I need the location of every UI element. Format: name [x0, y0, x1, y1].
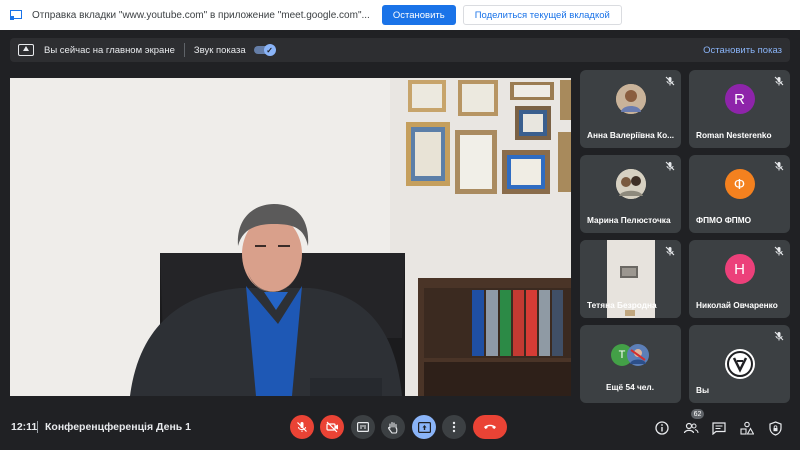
organization-logo-icon — [725, 349, 755, 379]
microphone-toggle-button[interactable] — [290, 415, 314, 439]
participant-tile[interactable]: Ф ФПМО ФПМО — [689, 155, 790, 233]
stop-presenting-button[interactable]: Остановить показ — [703, 45, 782, 56]
divider — [183, 43, 185, 57]
more-vert-icon — [452, 421, 456, 433]
shield-lock-icon — [768, 420, 782, 436]
more-participants-label: Ещё 54 чел. — [606, 382, 654, 392]
participant-name: Анна Валеріївна Ко... — [587, 130, 675, 140]
presentation-sound-label: Звук показа — [193, 44, 246, 56]
presentation-sound-toggle[interactable]: ✓ — [253, 44, 276, 56]
participant-tile[interactable]: Тетяна Безродна — [580, 240, 681, 318]
mic-off-icon — [774, 161, 784, 171]
self-tile[interactable]: Вы — [689, 325, 790, 403]
mic-off-icon — [665, 161, 675, 171]
avatar: R — [724, 84, 755, 114]
present-now-button[interactable] — [412, 415, 436, 439]
participant-name: Roman Nesterenko — [696, 130, 772, 140]
raise-hand-button[interactable] — [381, 415, 405, 439]
chat-button[interactable] — [711, 420, 727, 436]
share-current-tab-button[interactable]: Поделиться текущей вкладкой — [462, 5, 622, 25]
cast-icon — [10, 10, 22, 20]
clock: 12:11 — [11, 421, 38, 433]
mic-off-icon — [665, 246, 675, 256]
mic-off-icon — [297, 422, 307, 432]
participant-name: Тетяна Безродна — [587, 300, 657, 310]
avatar — [627, 344, 649, 366]
meeting-details-button[interactable] — [654, 420, 670, 436]
presenting-status: Вы сейчас на главном экране — [44, 44, 175, 56]
people-button[interactable] — [683, 420, 699, 436]
mic-off-icon — [665, 76, 675, 86]
leave-call-button[interactable] — [473, 415, 507, 439]
more-participants-tile[interactable]: Т Ещё 54 чел. — [580, 325, 681, 403]
mic-off-icon — [774, 246, 784, 256]
main-video — [10, 78, 571, 396]
avatar: Н — [724, 254, 755, 284]
chat-icon — [712, 421, 726, 435]
participant-tile[interactable]: R Roman Nesterenko — [689, 70, 790, 148]
presenting-bar: Вы сейчас на главном экране Звук показа … — [10, 38, 790, 62]
check-icon: ✓ — [263, 44, 276, 56]
captions-button[interactable] — [351, 415, 375, 439]
participant-tile[interactable]: Н Николай Овчаренко — [689, 240, 790, 318]
avatar-stack: Т — [611, 344, 653, 366]
participant-name: ФПМО ФПМО — [696, 215, 752, 225]
meeting-title: Конференцференція День 1 — [45, 421, 192, 433]
participant-count-badge: 62 — [691, 409, 704, 419]
more-options-button[interactable] — [442, 415, 466, 439]
activities-icon — [740, 421, 754, 435]
activities-button[interactable] — [739, 420, 755, 436]
tab-share-bar: Отправка вкладки "www.youtube.com" в при… — [0, 0, 800, 30]
share-message: Отправка вкладки "www.youtube.com" в при… — [32, 9, 370, 21]
avatar — [615, 84, 646, 114]
divider — [37, 421, 38, 433]
bottom-control-bar: 12:11 Конференцференція День 1 — [0, 405, 800, 450]
hand-icon — [388, 421, 398, 434]
participant-tile[interactable]: Марина Пелюсточка — [580, 155, 681, 233]
participant-name: Вы — [696, 385, 710, 395]
present-screen-icon — [417, 421, 431, 433]
participant-tile[interactable]: Анна Валеріївна Ко... — [580, 70, 681, 148]
presenter-video — [10, 78, 571, 396]
camera-toggle-button[interactable] — [320, 415, 344, 439]
present-screen-icon — [18, 44, 34, 56]
people-icon — [683, 422, 699, 434]
mic-off-icon — [774, 76, 784, 86]
avatar: Ф — [724, 169, 755, 199]
stop-sharing-button[interactable]: Остановить — [381, 5, 456, 25]
hang-up-icon — [484, 424, 496, 429]
mic-off-icon — [774, 331, 784, 341]
captions-icon — [357, 422, 369, 432]
participant-name: Николай Овчаренко — [696, 300, 778, 310]
participant-name: Марина Пелюсточка — [587, 215, 671, 225]
avatar — [615, 169, 646, 199]
camera-off-icon — [325, 421, 338, 433]
host-controls-button[interactable] — [767, 420, 783, 436]
info-icon — [655, 421, 669, 435]
